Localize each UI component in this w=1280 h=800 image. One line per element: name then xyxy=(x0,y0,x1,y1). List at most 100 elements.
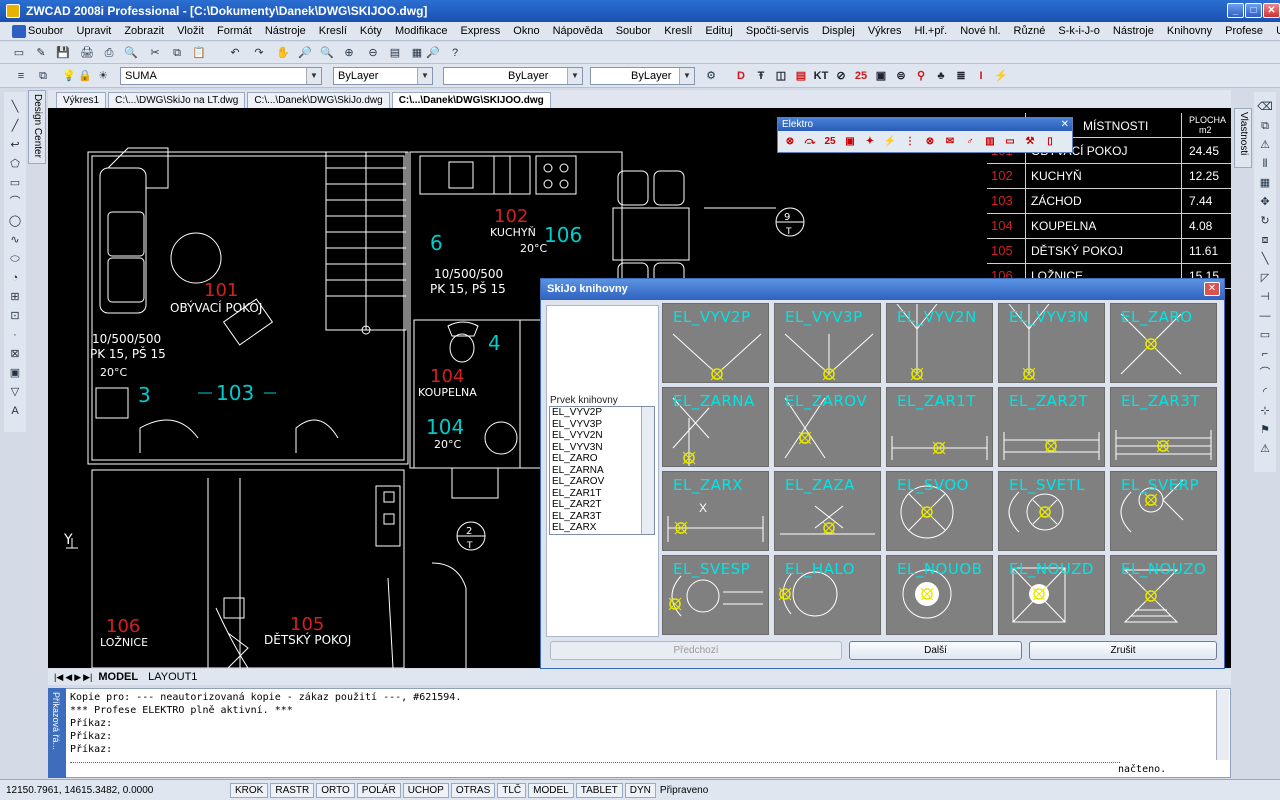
draw-tool-9-icon[interactable]: ⬭ xyxy=(6,250,24,268)
list-item[interactable]: EL_ZAR3T xyxy=(550,511,654,523)
toggle-uchop[interactable]: UCHOP xyxy=(402,782,449,798)
modify-tool-2-icon[interactable]: ⧉ xyxy=(1256,117,1274,135)
menu-uchopeni-25[interactable]: Uchopení xyxy=(1276,25,1280,37)
modify-tool-16-icon[interactable]: ◜ xyxy=(1256,383,1274,401)
menu-nastroje-5[interactable]: Nástroje xyxy=(265,25,306,37)
skijo-tool-8-icon[interactable]: ▣ xyxy=(872,67,890,85)
doc-tab-2[interactable]: C:\...\DWG\SkiJo na LT.dwg xyxy=(108,92,246,108)
elektro-tool-13-icon[interactable]: ⚒ xyxy=(1022,134,1038,150)
menu-soubor-12[interactable]: Soubor xyxy=(616,25,651,37)
lineweight-combo[interactable]: ByLayer ▼ xyxy=(590,67,695,85)
doc-menu-icon[interactable] xyxy=(12,25,26,38)
linetype-combo[interactable]: ByLayer ▼ xyxy=(443,67,583,85)
library-item-el-vyv3n[interactable]: EL_VYV3N xyxy=(998,303,1105,383)
layers-icon[interactable]: ≡ xyxy=(12,67,30,85)
library-item-el-halo[interactable]: EL_HALO xyxy=(774,555,881,635)
elektro-tool-6-icon[interactable]: ⚡ xyxy=(882,134,898,150)
menu-koty-7[interactable]: Kóty xyxy=(360,25,382,37)
library-item-el-vyv3p[interactable]: EL_VYV3P xyxy=(774,303,881,383)
menu-modifikace-8[interactable]: Modifikace xyxy=(395,25,448,37)
modify-tool-11-icon[interactable]: ⊣ xyxy=(1256,288,1274,306)
elektro-tool-12-icon[interactable]: ▭ xyxy=(1002,134,1018,150)
menu-nastroje-22[interactable]: Nástroje xyxy=(1113,25,1154,37)
zoom-out-icon[interactable]: ⊖ xyxy=(364,44,382,62)
list-item[interactable]: EL_ZARO xyxy=(550,453,654,465)
draw-tool-14-icon[interactable]: ⊠ xyxy=(6,345,24,363)
dialog-close-icon[interactable]: ✕ xyxy=(1204,282,1220,296)
list-item[interactable]: EL_VYV2N xyxy=(550,430,654,442)
elektro-tool-3-icon[interactable]: 25 xyxy=(822,134,838,150)
skijo-tool-4-icon[interactable]: ▤ xyxy=(792,67,810,85)
library-item-el-zarx[interactable]: X EL_ZARX xyxy=(662,471,769,551)
draw-tool-2-icon[interactable]: ╱ xyxy=(6,117,24,135)
library-item-el-zarov[interactable]: EL_ZAROV xyxy=(774,387,881,467)
menu-nove-hl-19[interactable]: Nové hl. xyxy=(960,25,1000,37)
doc-tab-4[interactable]: C:\...\Danek\DWG\SKIJOO.dwg xyxy=(391,92,551,108)
menu-knihovny-23[interactable]: Knihovny xyxy=(1167,25,1212,37)
layer-freeze-icon[interactable]: ☀ xyxy=(94,67,112,85)
prev-layout-icon[interactable]: ◀ xyxy=(65,672,72,683)
modify-tool-18-icon[interactable]: ⚑ xyxy=(1256,421,1274,439)
cancel-button[interactable]: Zrušit xyxy=(1029,641,1217,660)
library-item-el-sverp[interactable]: EL_SVERP xyxy=(1110,471,1217,551)
library-item-el-svoo[interactable]: EL_SVOO xyxy=(886,471,993,551)
properties-icon[interactable]: ▤ xyxy=(386,44,404,62)
toggle-tablet[interactable]: TABLET xyxy=(575,782,623,798)
modify-tool-1-icon[interactable]: ⌫ xyxy=(1256,98,1274,116)
skijo-tool-2-icon[interactable]: Ŧ xyxy=(752,67,770,85)
zoom-extents-icon[interactable]: 🔎 xyxy=(424,44,442,62)
menu-zobrazit-2[interactable]: Zobrazit xyxy=(124,25,164,37)
library-item-el-zaza[interactable]: EL_ZAZA xyxy=(774,471,881,551)
draw-tool-16-icon[interactable]: ▽ xyxy=(6,383,24,401)
library-item-el-svetl[interactable]: EL_SVETL xyxy=(998,471,1105,551)
library-item-el-zar3t[interactable]: EL_ZAR3T xyxy=(1110,387,1217,467)
open-icon[interactable]: ✎ xyxy=(32,44,50,62)
tab-layout1[interactable]: LAYOUT1 xyxy=(148,671,197,683)
elektro-tool-2-icon[interactable]: ⤼ xyxy=(802,134,818,150)
elektro-close-icon[interactable]: ✕ xyxy=(1061,118,1069,131)
list-item[interactable]: EL_ZARX xyxy=(550,522,654,534)
pan-icon[interactable]: ✋ xyxy=(274,44,292,62)
design-center-tab[interactable]: Design Center xyxy=(28,90,46,164)
draw-tool-10-icon[interactable]: ◔ xyxy=(6,269,24,287)
modify-tool-15-icon[interactable]: ⌒ xyxy=(1256,364,1274,382)
color-combo[interactable]: ByLayer ▼ xyxy=(333,67,433,85)
elektro-tool-4-icon[interactable]: ▣ xyxy=(842,134,858,150)
library-item-el-zarna[interactable]: EL_ZARNA xyxy=(662,387,769,467)
cut-icon[interactable]: ✂ xyxy=(146,44,164,62)
elektro-tool-10-icon[interactable]: ♂ xyxy=(962,134,978,150)
list-item[interactable]: EL_ZARNA xyxy=(550,465,654,477)
previous-button[interactable]: Předchozí xyxy=(550,641,842,660)
skijo-tool-3-icon[interactable]: ◫ xyxy=(772,67,790,85)
modify-tool-14-icon[interactable]: ⌐ xyxy=(1256,345,1274,363)
toggle-otras[interactable]: OTRAS xyxy=(450,782,496,798)
list-item[interactable]: EL_ZAR1T xyxy=(550,488,654,500)
preview-icon[interactable]: ⎙ xyxy=(100,44,118,62)
zoom-window-icon[interactable]: 🔍 xyxy=(318,44,336,62)
list-item[interactable]: EL_ZAR2T xyxy=(550,499,654,511)
library-item-el-zar2t[interactable]: EL_ZAR2T xyxy=(998,387,1105,467)
modify-tool-13-icon[interactable]: ▭ xyxy=(1256,326,1274,344)
print-icon[interactable]: 🖨 xyxy=(78,44,96,62)
draw-tool-15-icon[interactable]: ▣ xyxy=(6,364,24,382)
menu-edituj-14[interactable]: Edituj xyxy=(705,25,733,37)
publish-icon[interactable]: 🔍 xyxy=(122,44,140,62)
modify-tool-17-icon[interactable]: ⊹ xyxy=(1256,402,1274,420)
draw-tool-17-icon[interactable]: A xyxy=(6,402,24,420)
command-window-handle[interactable]: Příkazová řá... xyxy=(48,688,66,778)
library-item-el-nouzo[interactable]: EL_NOUZO xyxy=(1110,555,1217,635)
draw-tool-6-icon[interactable]: ⌒ xyxy=(6,193,24,211)
toggle-rastr[interactable]: RASTR xyxy=(270,782,315,798)
menu-kresli-6[interactable]: Kreslí xyxy=(319,25,347,37)
layer-lock-icon[interactable]: 🔒 xyxy=(76,67,94,85)
menu-napoveda-11[interactable]: Nápověda xyxy=(553,25,603,37)
toggle-krok[interactable]: KROK xyxy=(230,782,269,798)
next-layout-icon[interactable]: ▶ xyxy=(74,672,81,683)
zoom-in-icon[interactable]: ⊕ xyxy=(340,44,358,62)
list-item[interactable]: EL_VYV3N xyxy=(550,442,654,454)
list-item[interactable]: EL_VYV3P xyxy=(550,419,654,431)
menu-format-4[interactable]: Formát xyxy=(217,25,252,37)
copy-icon[interactable]: ⧉ xyxy=(168,44,186,62)
menu-soubor-0[interactable]: Soubor xyxy=(28,25,63,37)
toggle-dyn[interactable]: DYN xyxy=(624,782,656,798)
